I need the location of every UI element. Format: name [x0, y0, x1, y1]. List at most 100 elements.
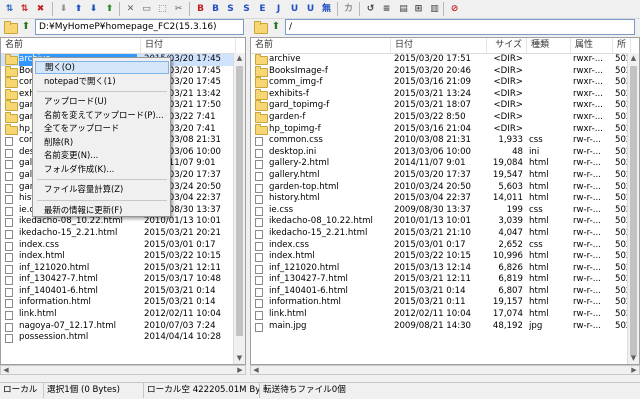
local-scroll-thumb[interactable]: [236, 66, 243, 336]
local-file-row[interactable]: ikedacho-15_2.21.html 2015/03/21 20:21: [1, 228, 245, 240]
remote-file-row[interactable]: inf_121020.html 2015/03/13 12:14 6,826 html…: [251, 263, 639, 275]
local-file-row[interactable]: link.html 2012/02/11 10:04: [1, 309, 245, 321]
filter-icon[interactable]: ▥: [428, 2, 441, 16]
scroll-left-icon[interactable]: ◀: [251, 366, 261, 375]
remote-up-folder-icon[interactable]: ⬆: [270, 21, 282, 33]
remote-file-row[interactable]: hp_topimg-f 2015/03/16 21:04 <DIR> rwxr-...…: [251, 123, 639, 136]
local-col-name[interactable]: 名前: [1, 38, 141, 53]
context-menu-item[interactable]: 開く(O): [35, 61, 169, 74]
local-file-row[interactable]: possession.html 2014/04/14 10:28: [1, 332, 245, 344]
local-file-row[interactable]: index.html 2015/03/22 10:15: [1, 251, 245, 263]
context-menu-item[interactable]: 全てをアップロード: [35, 122, 169, 135]
disconnect-icon[interactable]: ✖: [34, 2, 47, 16]
context-menu-item[interactable]: notepadで開く(1): [35, 75, 169, 88]
remote-file-row[interactable]: garden-f2015/03/22 8:50<DIR>rwxr-...502: [251, 111, 639, 124]
detail-icon[interactable]: ▤: [397, 2, 410, 16]
context-menu-item[interactable]: ファイル容量計算(Z): [35, 183, 169, 196]
remote-file-row[interactable]: ikedacho-15_2.21.html 2015/03/21 21:10 4,0…: [251, 228, 639, 240]
remote-file-row[interactable]: ikedacho-08_10.22.html 2010/01/13 10:01 3,…: [251, 216, 639, 228]
remote-path-input[interactable]: [285, 19, 635, 35]
remote-file-row[interactable]: gallery.html 2015/03/20 17:37 19,547 html rw…: [251, 170, 639, 182]
remote-col-owner[interactable]: 所: [613, 38, 631, 53]
rename-icon[interactable]: ▭: [140, 2, 153, 16]
delete-icon[interactable]: ✂: [172, 2, 185, 16]
scroll-down-icon[interactable]: ▼: [234, 353, 245, 364]
remote-file-row[interactable]: main.jpg 2009/08/21 14:30 48,192 jpg rw-r-..…: [251, 321, 639, 333]
connect-icon[interactable]: ⇅: [3, 2, 16, 16]
context-menu-item[interactable]: アップロード(U): [35, 95, 169, 108]
mkdir-icon[interactable]: ⬚: [156, 2, 169, 16]
local-path-input[interactable]: [35, 19, 244, 35]
find-icon[interactable]: ⬇: [87, 2, 100, 16]
ftp-icon[interactable]: ⊞: [412, 2, 425, 16]
quick-connect-icon[interactable]: ⇅: [18, 2, 31, 16]
remote-file-row[interactable]: comm_img-f 2015/03/16 21:09 <DIR> rwxr-... 5…: [251, 77, 639, 89]
remote-file-row[interactable]: information.html 2015/03/21 0:11 19,157 htm…: [251, 297, 639, 309]
remote-file-row[interactable]: index.css 2015/03/01 0:17 2,652 css rw-r-...…: [251, 240, 639, 252]
cut-icon[interactable]: ✕: [124, 2, 137, 16]
local-file-row[interactable]: inf_121020.html 2015/03/21 12:11: [1, 263, 245, 275]
remote-file-row[interactable]: history.html 2015/03/04 22:37 14,011 html rw…: [251, 193, 639, 205]
stop-icon[interactable]: ⊘: [448, 2, 461, 16]
local-vscrollbar[interactable]: ▲ ▼: [233, 53, 245, 364]
remote-col-size[interactable]: サイズ: [487, 38, 527, 53]
remote-file-row[interactable]: exhibits-f 2015/03/21 13:24 <DIR> rwxr-... 5…: [251, 88, 639, 101]
download-icon[interactable]: ⬇: [57, 2, 70, 16]
kanji-utf8n-icon[interactable]: U: [304, 2, 317, 16]
local-file-row[interactable]: ikedacho-08_10.22.html 2010/01/13 10:01: [1, 216, 245, 228]
remote-file-row[interactable]: archive2015/03/20 17:51<DIR>rwxr-...502: [251, 54, 639, 66]
local-file-row[interactable]: nagoya-07_12.17.html 2010/07/03 7:24: [1, 321, 245, 333]
remote-file-row[interactable]: common.css 2010/03/08 21:31 1,933 css rw-r-.…: [251, 135, 639, 147]
kanji-sjis-icon[interactable]: S: [240, 2, 253, 16]
scroll-right-icon[interactable]: ▶: [235, 366, 245, 375]
refresh-icon[interactable]: ⬆: [103, 2, 116, 16]
list-icon[interactable]: ≡: [380, 2, 393, 16]
local-file-row[interactable]: index.css 2015/03/01 0:17: [1, 240, 245, 252]
remote-file-row[interactable]: gard_topimg-f 2015/03/21 18:07 <DIR> rwxr-.…: [251, 100, 639, 112]
scroll-up-icon[interactable]: ▲: [234, 53, 245, 64]
context-menu-item[interactable]: 名前変更(N)...: [35, 149, 169, 162]
remote-file-row[interactable]: link.html 2012/02/11 10:04 17,074 html rw-r-…: [251, 309, 639, 321]
binary-mode-icon[interactable]: B: [209, 2, 222, 16]
kanji-jis-icon[interactable]: J: [272, 2, 285, 16]
remote-col-kind[interactable]: 種類: [527, 38, 571, 53]
context-menu-item[interactable]: フォルダ作成(K)...: [35, 163, 169, 176]
remote-folder-icon[interactable]: [254, 21, 268, 34]
remote-file-row[interactable]: inf_140401-6.html 2015/03/21 0:14 6,807 htm…: [251, 286, 639, 298]
kanji-none-icon[interactable]: 無: [320, 2, 333, 16]
sync-icon[interactable]: ↺: [364, 2, 377, 16]
context-menu-item[interactable]: 最新の情報に更新(F): [35, 204, 169, 217]
local-hscrollbar[interactable]: ◀ ▶: [0, 365, 246, 375]
local-up-folder-icon[interactable]: ⬆: [20, 21, 32, 33]
remote-vscrollbar[interactable]: ▲ ▼: [627, 53, 639, 364]
remote-file-row[interactable]: inf_130427-7.html 2015/03/21 12:11 6,819 ht…: [251, 274, 639, 286]
remote-hscrollbar[interactable]: ◀ ▶: [250, 365, 640, 375]
local-file-row[interactable]: information.html 2015/03/21 0:14: [1, 297, 245, 309]
scroll-up-icon[interactable]: ▲: [628, 53, 639, 64]
upload-icon[interactable]: ⬆: [72, 2, 85, 16]
kanji-euc-icon[interactable]: E: [256, 2, 269, 16]
local-file-row[interactable]: inf_140401-6.html 2015/03/21 0:14: [1, 286, 245, 298]
kanji-utf8-icon[interactable]: U: [288, 2, 301, 16]
remote-file-row[interactable]: ie.css2009/08/30 13:37199cssrw-r-...502: [251, 205, 639, 217]
context-menu-item[interactable]: 名前を変えてアップロード(P)...: [35, 109, 169, 122]
local-folder-icon[interactable]: [4, 21, 18, 34]
remote-file-row[interactable]: index.html 2015/03/22 10:15 10,996 html rw-r…: [251, 251, 639, 263]
kana-icon[interactable]: カ: [342, 2, 355, 16]
remote-col-attr[interactable]: 属性: [571, 38, 613, 53]
local-col-date[interactable]: 日付: [141, 38, 236, 53]
remote-file-row[interactable]: desktop.ini 2013/03/06 10:00 48 ini rw-r-...…: [251, 147, 639, 159]
context-menu-item[interactable]: 削除(R): [35, 136, 169, 149]
remote-file-row[interactable]: BooksImage-f 2015/03/20 20:46 <DIR> rwxr-..…: [251, 65, 639, 78]
scroll-left-icon[interactable]: ◀: [1, 366, 11, 375]
scroll-right-icon[interactable]: ▶: [629, 366, 639, 375]
scroll-down-icon[interactable]: ▼: [628, 353, 639, 364]
remote-col-date[interactable]: 日付: [391, 38, 487, 53]
local-file-row[interactable]: inf_130427-7.html 2015/03/17 10:48: [1, 274, 245, 286]
remote-file-row[interactable]: garden-top.html 2010/03/24 20:50 5,603 html…: [251, 182, 639, 194]
auto-mode-icon[interactable]: S: [224, 2, 237, 16]
remote-scroll-thumb[interactable]: [630, 66, 637, 356]
remote-col-name[interactable]: 名前: [251, 38, 391, 53]
remote-file-row[interactable]: gallery-2.html 2014/11/07 9:01 19,084 html r…: [251, 158, 639, 170]
ascii-mode-icon[interactable]: B: [194, 2, 207, 16]
